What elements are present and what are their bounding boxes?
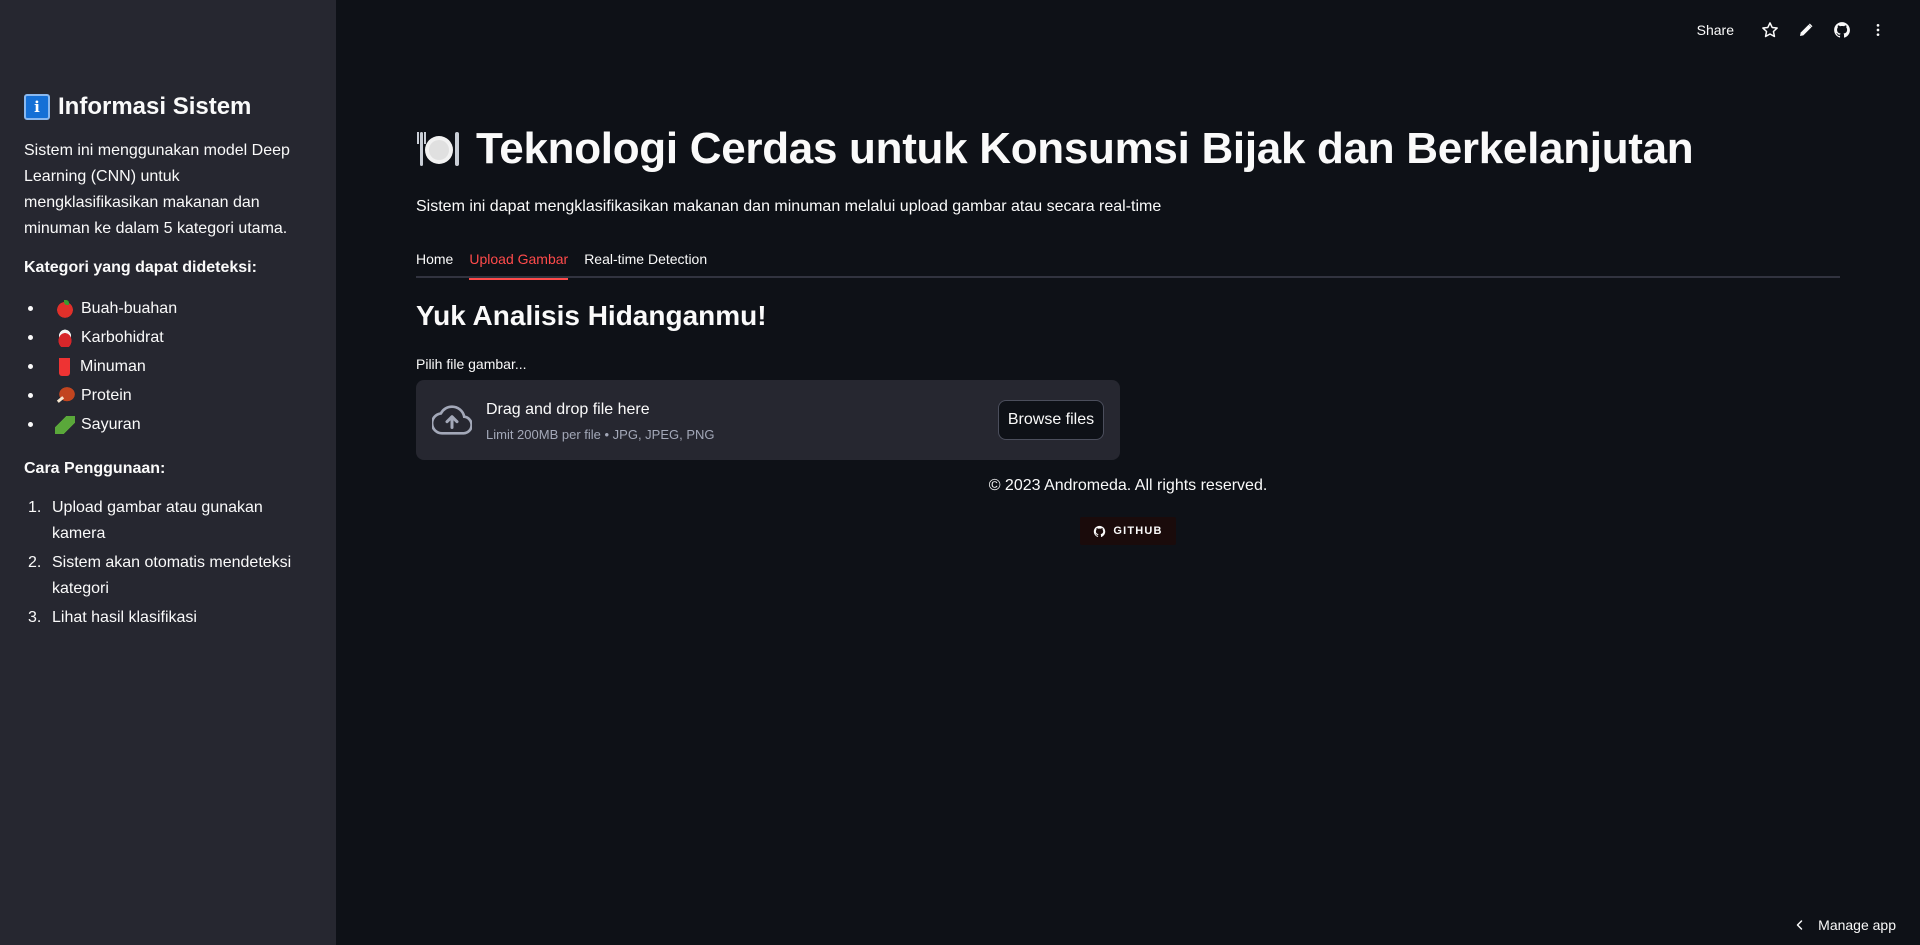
list-item: Sayuran (24, 410, 312, 439)
categories-list: Buah-buahan Karbohidrat Minuman Protein (24, 294, 312, 439)
uploader-label: Pilih file gambar... (416, 356, 527, 372)
github-icon (1094, 525, 1106, 537)
tab-real-time-detection[interactable]: Real-time Detection (584, 244, 707, 278)
github-icon[interactable] (1824, 18, 1860, 42)
tab-home[interactable]: Home (416, 244, 453, 278)
page-subtitle: Sistem ini dapat mengklasifikasikan maka… (416, 198, 1162, 215)
page-title: Teknologi Cerdas untuk Konsumsi Bijak da… (416, 124, 1694, 174)
bullet (28, 306, 33, 311)
rice-bowl-icon (55, 328, 75, 347)
list-item: 2. Sistem akan otomatis mendeteksi kateg… (24, 550, 312, 602)
sidebar: i Informasi Sistem Sistem ini menggunaka… (0, 0, 336, 945)
categories-heading: Kategori yang dapat dideteksi: (24, 259, 257, 276)
tab-bar: Home Upload Gambar Real-time Detection (416, 244, 1840, 280)
file-dropzone[interactable]: Drag and drop file here Limit 200MB per … (416, 380, 1120, 460)
bullet (28, 422, 33, 427)
step-text: Sistem akan otomatis mendeteksi kategori (52, 554, 292, 597)
copyright-text: © 2023 Andromeda. All rights reserved. (988, 477, 1268, 494)
sidebar-title-text: Informasi Sistem (58, 93, 252, 120)
file-limit-text: Limit 200MB per file • JPG, JPEG, PNG (486, 426, 715, 442)
plate-cutlery-icon (416, 126, 462, 172)
page-title-text: Teknologi Cerdas untuk Konsumsi Bijak da… (476, 124, 1694, 173)
meat-icon (55, 386, 75, 405)
manage-app-label: Manage app (1818, 917, 1896, 933)
list-item: Minuman (24, 352, 312, 381)
category-label: Karbohidrat (81, 328, 164, 346)
category-label: Sayuran (81, 415, 141, 433)
tab-upload-gambar[interactable]: Upload Gambar (469, 244, 568, 280)
section-title: Yuk Analisis Hidanganmu! (416, 300, 767, 331)
manage-app-button[interactable]: Manage app (1794, 917, 1896, 933)
drop-instruction: Drag and drop file here (486, 400, 650, 418)
usage-steps: 1. Upload gambar atau gunakan kamera 2. … (24, 495, 312, 631)
chevron-left-icon (1796, 920, 1803, 930)
cup-icon (59, 357, 70, 376)
list-item: Protein (24, 381, 312, 410)
apple-icon (55, 299, 75, 318)
github-badge-label: GITHUB (1113, 525, 1163, 537)
cucumber-icon (55, 415, 75, 434)
category-label: Minuman (80, 357, 146, 375)
app-root: i Informasi Sistem Sistem ini menggunaka… (0, 0, 1920, 945)
list-item: 1. Upload gambar atau gunakan kamera (24, 495, 312, 547)
cloud-upload-icon (430, 400, 473, 440)
category-label: Buah-buahan (81, 299, 178, 317)
step-text: Upload gambar atau gunakan kamera (52, 499, 263, 542)
top-toolbar: Share (1697, 18, 1896, 42)
sidebar-description: Sistem ini menggunakan model Deep Learni… (24, 142, 290, 237)
share-button[interactable]: Share (1697, 22, 1734, 38)
category-label: Protein (81, 386, 132, 404)
bullet (28, 364, 33, 369)
step-number: 3. (28, 609, 42, 626)
step-number: 1. (28, 499, 42, 516)
list-item: 3. Lihat hasil klasifikasi (24, 605, 312, 631)
bullet (28, 335, 33, 340)
github-badge-link[interactable]: GITHUB (1080, 517, 1176, 545)
bullet (28, 393, 33, 398)
pencil-icon[interactable] (1788, 18, 1824, 42)
step-text: Lihat hasil klasifikasi (52, 609, 197, 626)
browse-files-button[interactable]: Browse files (998, 400, 1104, 440)
usage-heading: Cara Penggunaan: (24, 460, 166, 477)
information-icon: i (24, 94, 50, 120)
sidebar-title: i Informasi Sistem (24, 92, 312, 122)
more-vertical-icon[interactable] (1860, 18, 1896, 42)
list-item: Buah-buahan (24, 294, 312, 323)
list-item: Karbohidrat (24, 323, 312, 352)
step-number: 2. (28, 554, 42, 571)
dropzone-text: Drag and drop file here Limit 200MB per … (486, 399, 998, 442)
star-icon[interactable] (1752, 18, 1788, 42)
